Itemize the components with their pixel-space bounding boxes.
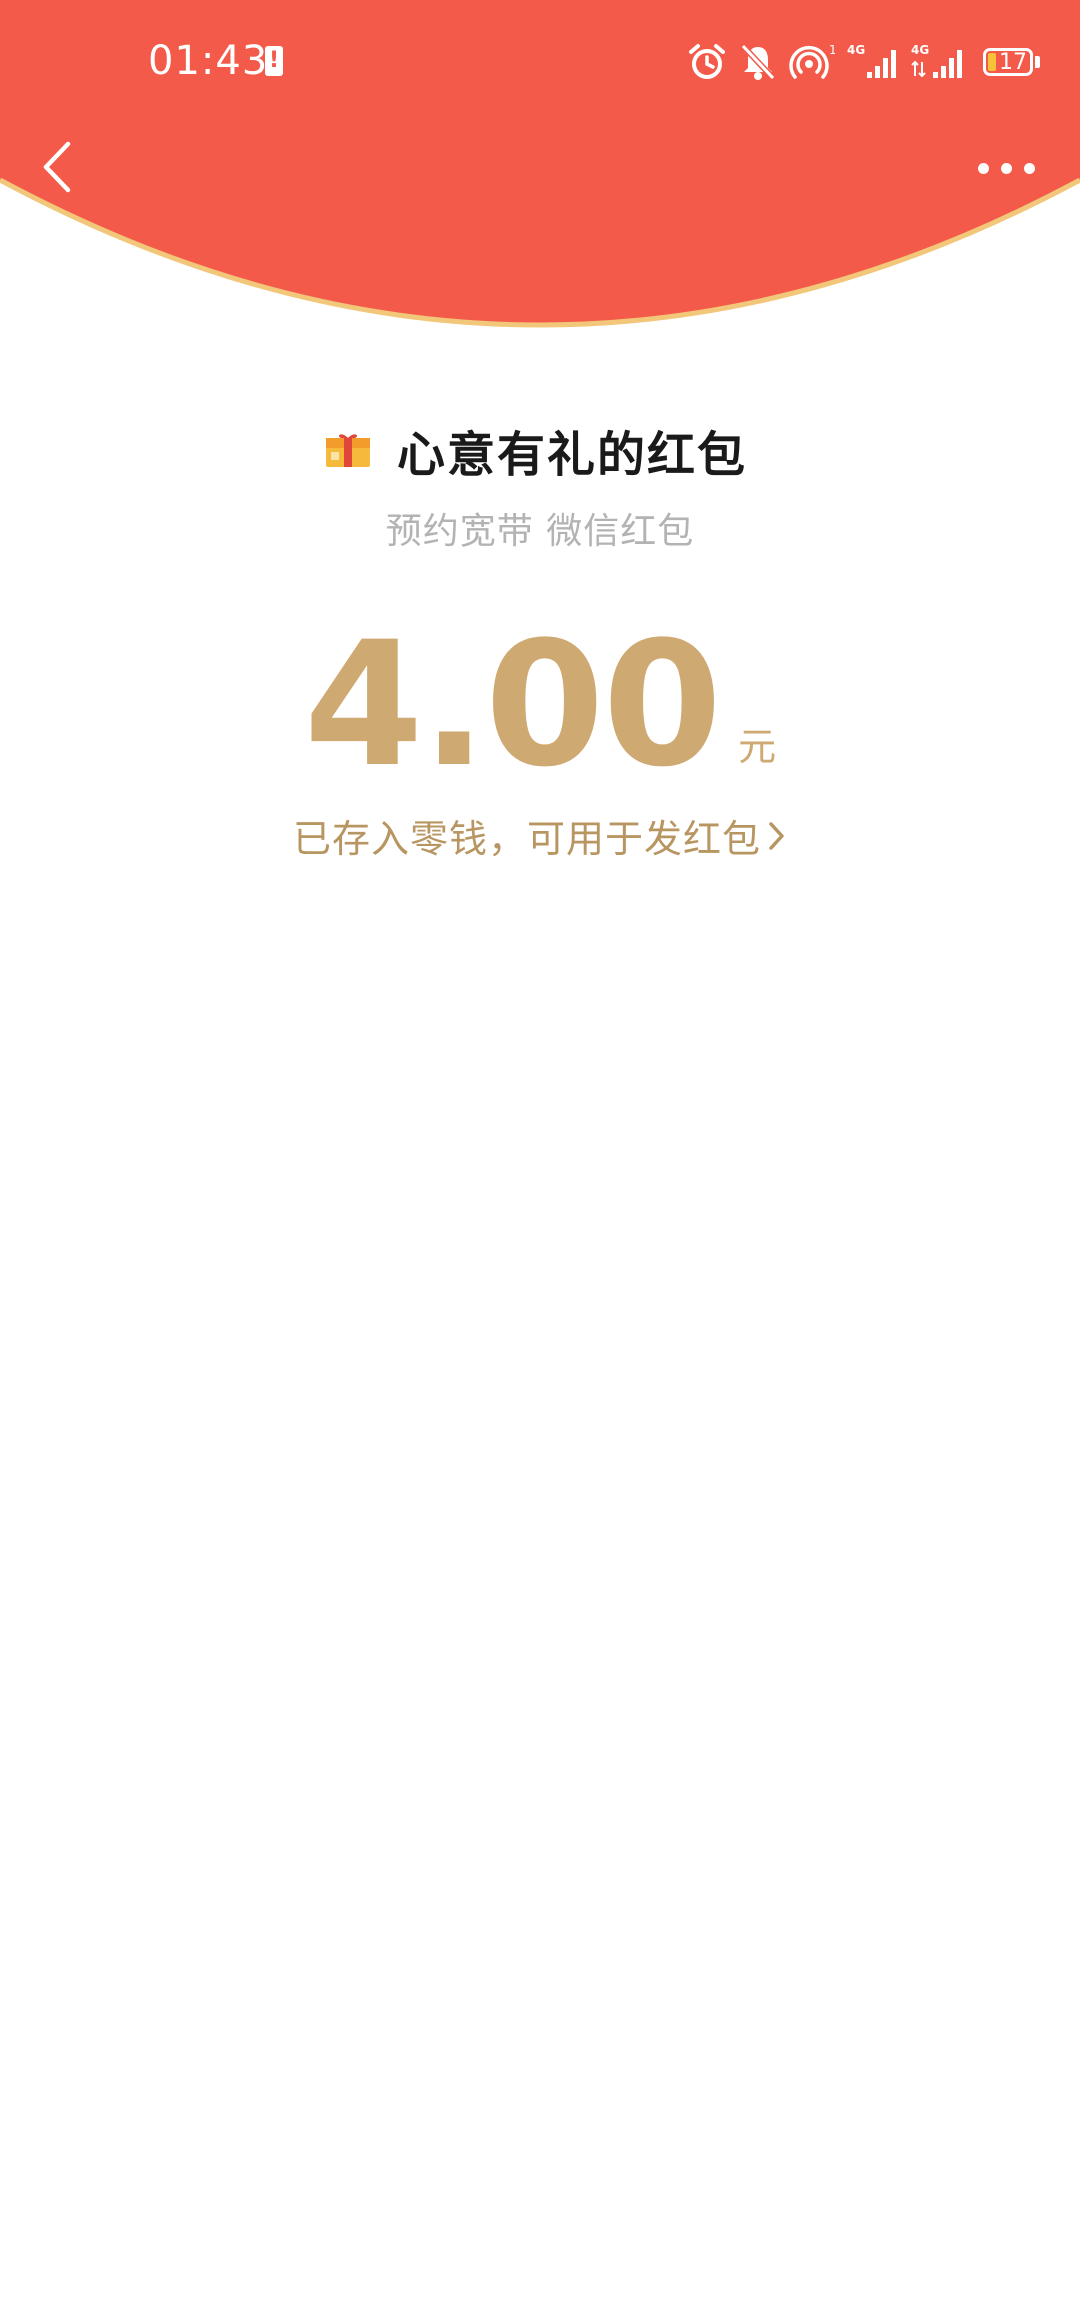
- battery-fill: [988, 53, 996, 71]
- battery-saver-icon: [265, 46, 283, 76]
- hotspot-icon: 1: [789, 43, 835, 79]
- packet-amount: 4.00: [303, 604, 722, 805]
- chevron-right-icon: [769, 821, 784, 850]
- battery-icon: 17: [983, 48, 1033, 76]
- signal-icon-2: 4G: [911, 43, 962, 78]
- mute-bell-icon: [740, 43, 776, 81]
- red-packet-detail-screen: 01:43 1 4G: [0, 0, 1080, 2310]
- more-dots-icon: [1000, 162, 1012, 174]
- more-dots-icon: [977, 162, 989, 174]
- svg-text:4G: 4G: [847, 43, 865, 57]
- more-dots-icon: [1023, 162, 1035, 174]
- signal-icon: 4G: [847, 43, 896, 78]
- svg-text:4G: 4G: [911, 43, 929, 57]
- back-button[interactable]: [22, 130, 92, 204]
- battery-cap: [1035, 56, 1040, 68]
- battery-level: 17: [999, 50, 1027, 75]
- status-icons: 1 4G 4G 17: [687, 40, 1040, 84]
- packet-title-row: 心意有礼的红包: [0, 410, 1080, 490]
- wallet-change-link[interactable]: 已存入零钱，可用于发红包: [0, 808, 1080, 863]
- status-bar: 01:43 1 4G: [0, 0, 1080, 120]
- packet-subtitle: 预约宽带 微信红包: [385, 511, 695, 552]
- amount-unit: 元: [738, 725, 777, 769]
- alarm-icon: [689, 44, 725, 79]
- amount-row: 4.00 元: [0, 604, 1080, 805]
- svg-text:1: 1: [829, 43, 835, 57]
- more-options-button[interactable]: [956, 140, 1056, 196]
- chevron-left-icon: [43, 141, 71, 193]
- status-time: 01:43: [148, 38, 269, 84]
- gift-box-icon: [325, 434, 370, 467]
- wallet-change-link-text: 已存入零钱，可用于发红包: [292, 817, 761, 861]
- packet-title: 心意有礼的红包: [396, 427, 747, 483]
